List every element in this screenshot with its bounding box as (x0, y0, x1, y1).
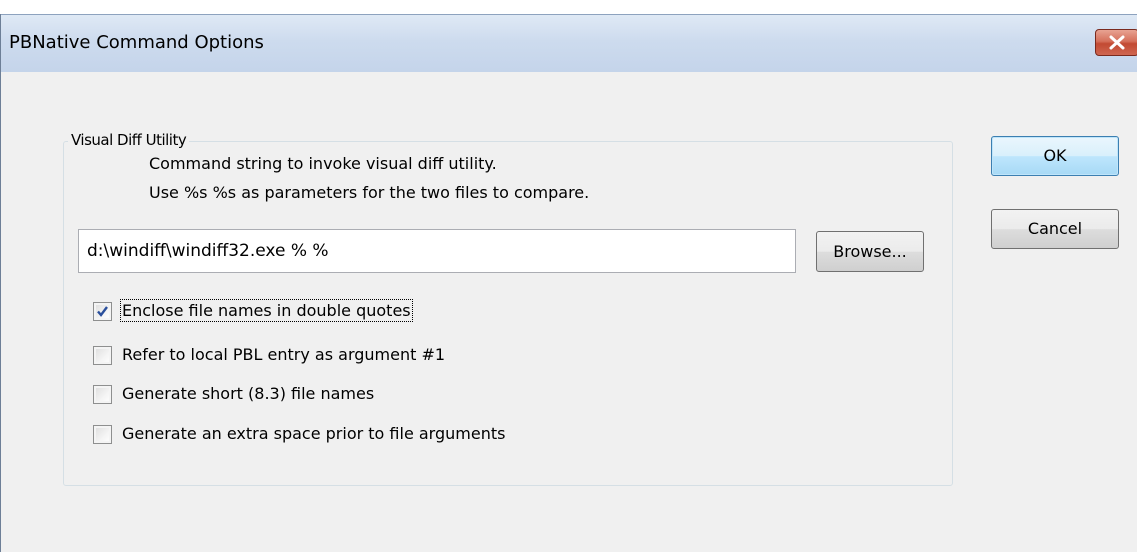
dialog-client-area: Visual Diff Utility Command string to in… (1, 72, 1137, 552)
close-button[interactable] (1095, 29, 1137, 56)
description-line-2: Use %s %s as parameters for the two file… (149, 183, 590, 202)
close-x-icon (1109, 35, 1125, 50)
enclose-quotes-checkbox[interactable] (93, 302, 112, 321)
command-string-input[interactable] (78, 229, 796, 273)
extra-space-checkbox[interactable] (93, 425, 112, 444)
groupbox-label: Visual Diff Utility (68, 131, 190, 149)
dialog-window: PBNative Command Options Visual Diff Uti… (0, 14, 1137, 552)
refer-local-pbl-checkbox[interactable] (93, 346, 112, 365)
checkmark-icon (97, 306, 108, 317)
description-line-1: Command string to invoke visual diff uti… (149, 154, 497, 173)
enclose-quotes-label[interactable]: Enclose file names in double quotes (120, 299, 413, 322)
ok-button[interactable]: OK (991, 136, 1119, 176)
browse-button[interactable]: Browse... (816, 231, 924, 272)
extra-space-label[interactable]: Generate an extra space prior to file ar… (122, 424, 505, 443)
title-bar[interactable]: PBNative Command Options (1, 14, 1137, 73)
short-file-names-checkbox[interactable] (93, 385, 112, 404)
short-file-names-label[interactable]: Generate short (8.3) file names (122, 384, 374, 403)
window-title: PBNative Command Options (9, 32, 264, 53)
refer-local-pbl-label[interactable]: Refer to local PBL entry as argument #1 (122, 345, 445, 364)
cancel-button[interactable]: Cancel (991, 209, 1119, 249)
